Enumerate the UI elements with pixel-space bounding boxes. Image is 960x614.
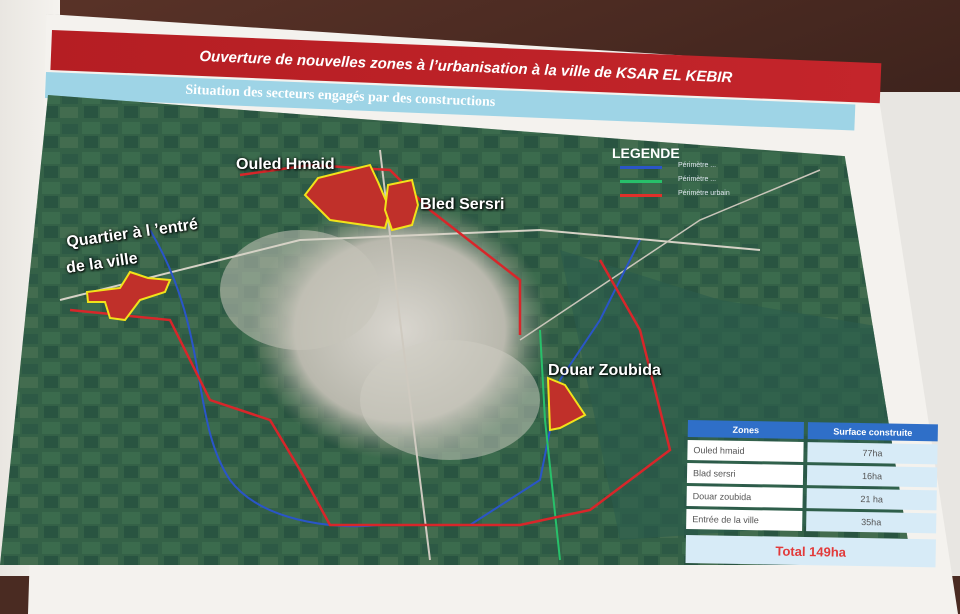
table-header-surface: Surface construite (807, 422, 938, 442)
table-total: Total 149ha (685, 534, 936, 568)
table-cell-zone: Entrée de la ville (686, 508, 803, 532)
table-row: Entrée de la ville 35ha (686, 508, 937, 535)
table-header-zones: Zones (687, 420, 804, 440)
table-cell-zone: Douar zoubida (686, 485, 803, 509)
legend-label-3: Périmètre urbain (678, 190, 730, 197)
legend-label-2: Périmètre ... (678, 176, 717, 183)
legend-label-1: Périmètre ... (678, 162, 717, 169)
label-ouled-hmaid: Ouled Hmaid (236, 156, 335, 173)
table-cell-surface: 16ha (806, 465, 938, 488)
table-cell-zone: Blad sersri (686, 462, 804, 486)
table-cell-surface: 35ha (806, 511, 937, 534)
legend-swatch-3 (620, 194, 662, 197)
table-cell-surface: 21 ha (806, 488, 937, 511)
legend-swatch-1 (620, 166, 662, 169)
label-douar-zoubida: Douar Zoubida (548, 362, 661, 379)
table-cell-surface: 77ha (807, 442, 938, 465)
legend-title: LEGENDE (612, 145, 680, 161)
table-cell-zone: Ouled hmaid (687, 439, 804, 463)
label-bled-sersri: Bled Sersri (420, 196, 505, 213)
table-row: Douar zoubida 21 ha (686, 485, 937, 512)
zone-bled-sersri (383, 178, 420, 232)
legend-swatch-2 (620, 180, 662, 183)
table-row: Ouled hmaid 77ha (687, 439, 938, 466)
table-row: Blad sersri 16ha (686, 462, 938, 489)
surface-table: Zones Surface construite Ouled hmaid 77h… (685, 420, 938, 574)
